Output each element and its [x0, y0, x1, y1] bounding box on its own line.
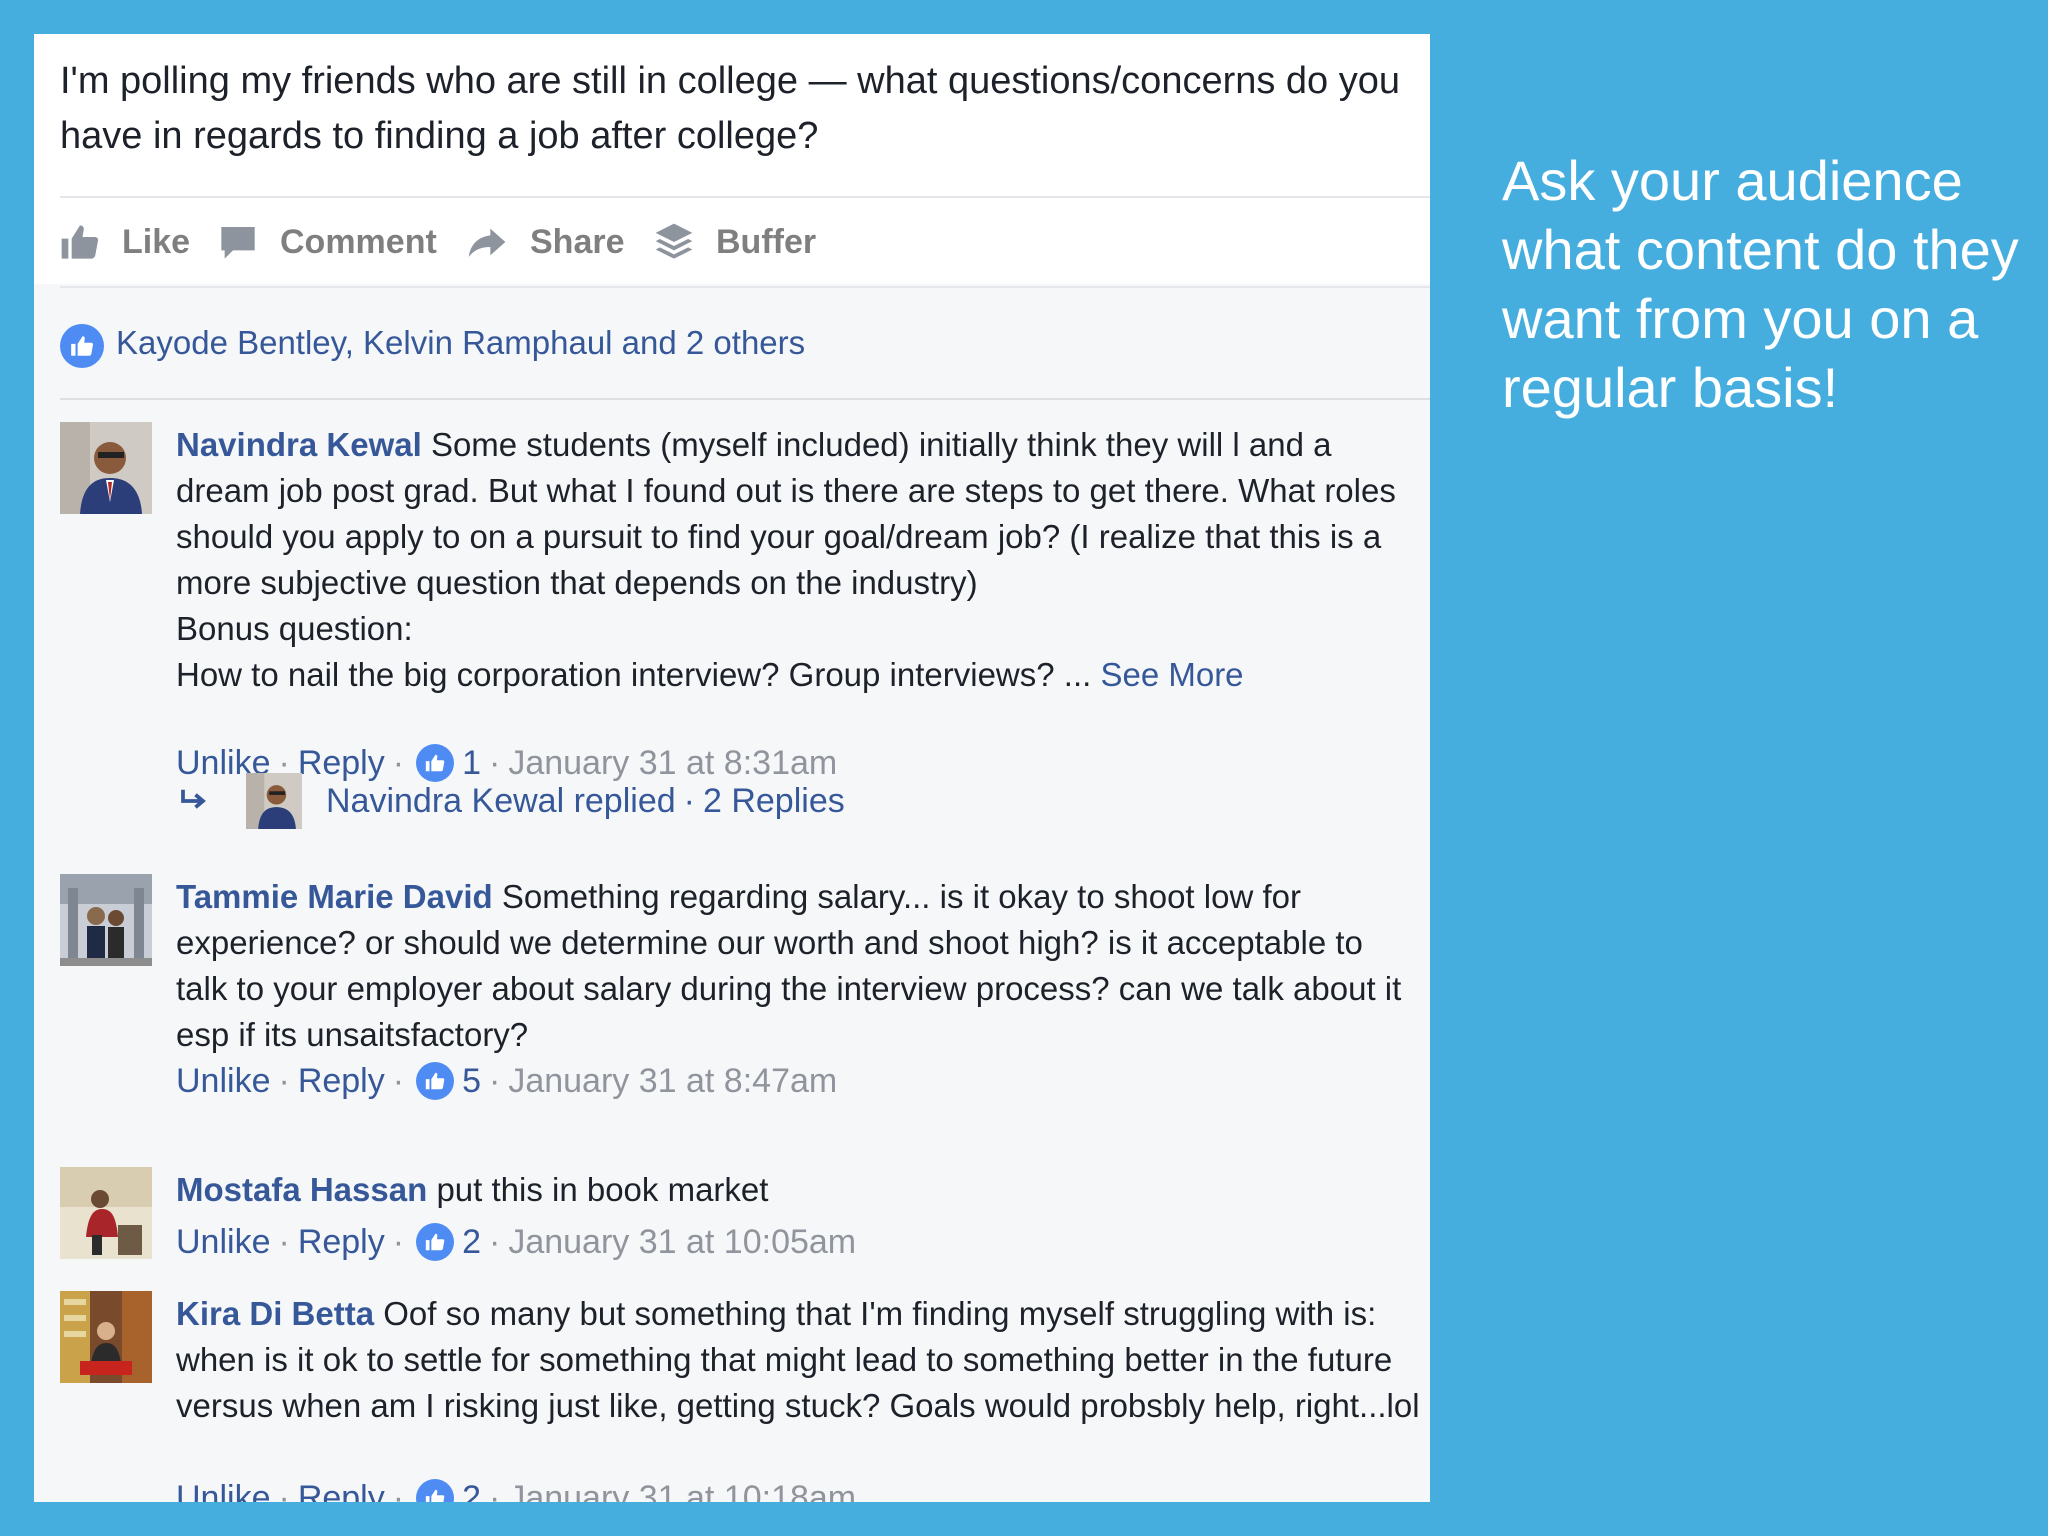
- like-label: Like: [122, 222, 191, 261]
- comment-bubble-icon: [221, 227, 255, 259]
- share-arrow-icon: [468, 228, 506, 257]
- comment-body: Mostafa Hassan put this in book market: [176, 1167, 1420, 1213]
- comment-text: put this in book market: [436, 1171, 769, 1208]
- comment-text-line: Bonus question:: [176, 610, 413, 647]
- post-header: I'm polling my friends who are still in …: [34, 34, 1430, 288]
- comment-meta: Unlike · Reply · 2 · January 31 at 10:18…: [176, 1475, 856, 1502]
- comment-meta: Unlike · Reply · 5 · January 31 at 8:47a…: [176, 1058, 837, 1104]
- reply-link[interactable]: Reply: [298, 1219, 385, 1265]
- like-count[interactable]: 5: [462, 1058, 481, 1104]
- like-reaction-icon: [60, 324, 104, 368]
- comment-timestamp[interactable]: January 31 at 10:05am: [508, 1219, 856, 1265]
- comment-body: Navindra Kewal Some students (myself inc…: [176, 422, 1420, 698]
- likes-summary: Kayode Bentley, Kelvin Ramphaul and 2 ot…: [60, 318, 1430, 400]
- avatar[interactable]: [60, 422, 152, 514]
- comment-author[interactable]: Tammie Marie David: [176, 878, 493, 915]
- post-action-bar: Like Comment Share Buffer: [60, 196, 1430, 288]
- comment-author[interactable]: Mostafa Hassan: [176, 1171, 427, 1208]
- unlike-link[interactable]: Unlike: [176, 1219, 270, 1265]
- thumbs-up-icon: [61, 225, 99, 259]
- replies-count: 2 Replies: [702, 781, 845, 820]
- comment-button[interactable]: Comment: [218, 198, 437, 286]
- comment-timestamp[interactable]: January 31 at 8:47am: [508, 1058, 837, 1104]
- likers-link[interactable]: Kayode Bentley, Kelvin Ramphaul and 2 ot…: [116, 318, 805, 368]
- reply-link[interactable]: Reply: [298, 1475, 385, 1502]
- replies-link[interactable]: Navindra Kewal replied · 2 Replies: [176, 772, 845, 830]
- comment-meta: Unlike · Reply · 2 · January 31 at 10:05…: [176, 1219, 856, 1265]
- comment-timestamp[interactable]: January 31 at 10:18am: [508, 1475, 856, 1502]
- reply-arrow-icon: [181, 789, 206, 809]
- avatar[interactable]: [60, 874, 152, 966]
- comment-author[interactable]: Kira Di Betta: [176, 1295, 374, 1332]
- comment-label: Comment: [280, 222, 437, 261]
- facebook-post-card: I'm polling my friends who are still in …: [34, 34, 1430, 1502]
- buffer-button[interactable]: Buffer: [654, 198, 816, 286]
- comment-body: Tammie Marie David Something regarding s…: [176, 874, 1420, 1058]
- slide-caption: Ask your audience what content do they w…: [1502, 149, 2019, 419]
- comment-text-line: How to nail the big corporation intervie…: [176, 656, 1092, 693]
- replier-name: Navindra Kewal: [326, 781, 565, 820]
- buffer-stack-icon: [655, 223, 693, 259]
- share-label: Share: [530, 222, 625, 261]
- like-button[interactable]: Like: [60, 198, 190, 286]
- like-count[interactable]: 2: [462, 1219, 481, 1265]
- reply-link[interactable]: Reply: [298, 1058, 385, 1104]
- like-reaction-icon: [416, 1479, 455, 1502]
- avatar[interactable]: [60, 1291, 152, 1383]
- unlike-link[interactable]: Unlike: [176, 1058, 270, 1104]
- comment-author[interactable]: Navindra Kewal: [176, 426, 422, 463]
- like-reaction-icon: [416, 1223, 455, 1261]
- avatar: [246, 773, 302, 829]
- see-more-link[interactable]: See More: [1100, 656, 1243, 693]
- comment-body: Kira Di Betta Oof so many but something …: [176, 1291, 1420, 1429]
- buffer-label: Buffer: [716, 222, 817, 261]
- post-text: I'm polling my friends who are still in …: [60, 60, 1401, 157]
- like-reaction-icon: [416, 1062, 455, 1100]
- unlike-link[interactable]: Unlike: [176, 1475, 270, 1502]
- like-count[interactable]: 2: [462, 1475, 481, 1502]
- share-button[interactable]: Share: [466, 198, 625, 286]
- avatar[interactable]: [60, 1167, 152, 1259]
